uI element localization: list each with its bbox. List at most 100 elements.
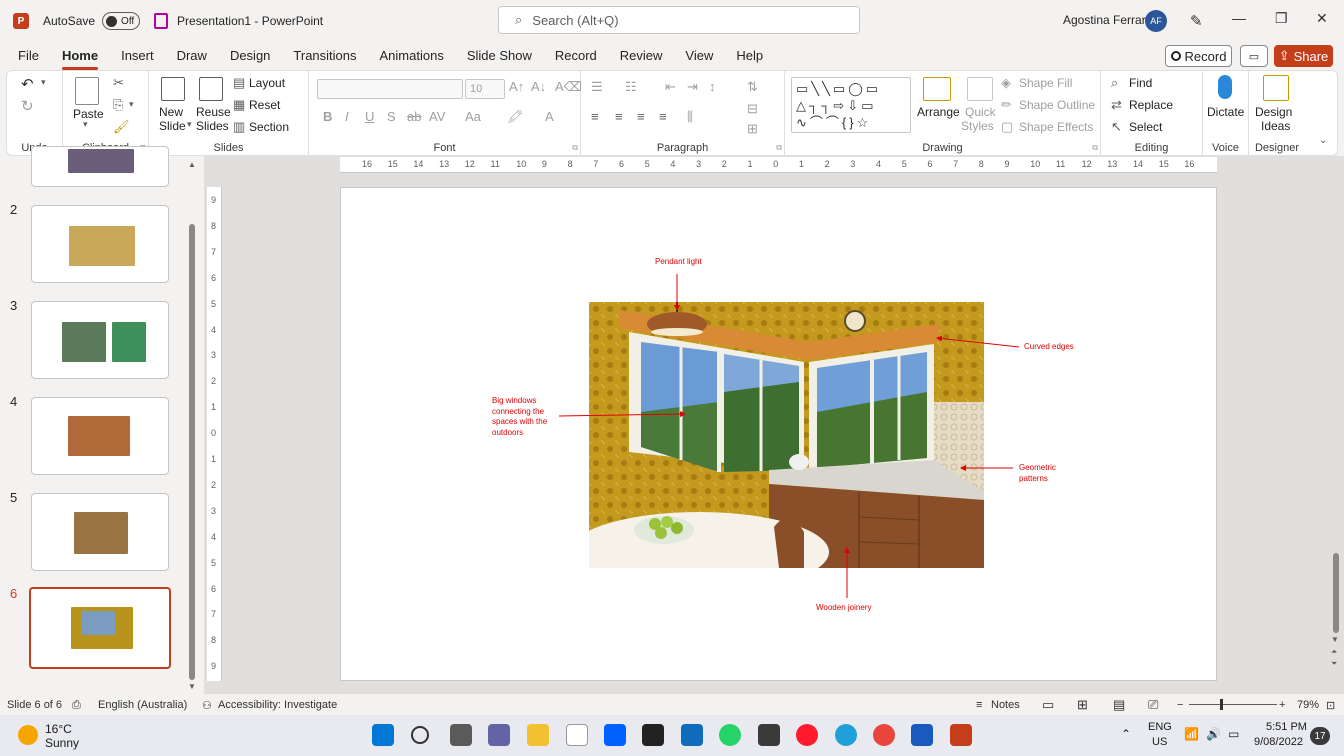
layout-icon[interactable]: ▤ <box>233 75 245 91</box>
share-button[interactable]: ⇪ Share <box>1274 45 1333 67</box>
slide-thumbnail-1[interactable] <box>31 146 169 187</box>
whatsapp-icon[interactable] <box>719 724 741 746</box>
tab-view[interactable]: View <box>685 42 713 70</box>
sun-icon[interactable] <box>18 725 38 745</box>
format-painter-icon[interactable]: 🖌 <box>113 119 130 135</box>
weather-temperature[interactable]: 16°C <box>45 722 72 736</box>
drawing-launcher-icon[interactable]: ⧉ <box>1092 143 1098 153</box>
thumbnail-scrollbar[interactable]: ▲ ▼ <box>186 160 198 691</box>
tab-design[interactable]: Design <box>230 42 270 70</box>
tab-slide-show[interactable]: Slide Show <box>467 42 532 70</box>
close-icon[interactable]: ✕ <box>1316 10 1328 27</box>
annotation-curved-edges[interactable]: Curved edges <box>1024 342 1104 353</box>
clear-formatting-icon[interactable]: A⌫ <box>555 79 582 95</box>
undo-icon[interactable]: ↶ <box>21 75 34 93</box>
volume-icon[interactable]: 🔊 <box>1206 727 1221 741</box>
decrease-indent-icon[interactable]: ⇤ <box>665 79 676 95</box>
quick-styles-icon[interactable] <box>967 77 993 101</box>
select-button[interactable]: Select <box>1129 120 1162 134</box>
slide-thumbnail-2[interactable] <box>31 205 169 283</box>
reset-icon[interactable]: ▦ <box>233 97 245 113</box>
powerpoint-taskbar-icon[interactable] <box>950 724 972 746</box>
scroll-thumb[interactable] <box>189 224 195 680</box>
new-slide-icon[interactable] <box>161 77 185 101</box>
paste-icon[interactable] <box>75 77 99 105</box>
previous-slide-icon[interactable]: ⏶ <box>1331 647 1337 657</box>
scroll-down-icon[interactable]: ▼ <box>188 682 196 691</box>
slide-sorter-icon[interactable]: ⊞ <box>1077 697 1088 713</box>
bold-icon[interactable]: B <box>323 109 332 124</box>
tab-home[interactable]: Home <box>61 42 99 70</box>
layout-button[interactable]: Layout <box>249 76 285 90</box>
new-slide-dropdown-icon[interactable]: ▾ <box>187 119 192 130</box>
reset-button[interactable]: Reset <box>249 98 280 112</box>
chrome-icon[interactable] <box>873 724 895 746</box>
battery-icon[interactable]: ▭ <box>1228 727 1239 741</box>
annotation-wooden-joinery[interactable]: Wooden joinery <box>816 603 906 614</box>
shadow-icon[interactable]: S <box>387 109 396 124</box>
comments-button[interactable]: ▭ <box>1240 45 1268 67</box>
find-icon[interactable]: ⌕ <box>1111 75 1118 91</box>
paste-dropdown-icon[interactable]: ▾ <box>83 119 88 130</box>
mail-icon[interactable] <box>681 724 703 746</box>
shape-outline-icon[interactable]: ✏ <box>1001 97 1012 113</box>
section-icon[interactable]: ▥ <box>233 119 245 135</box>
font-name-field[interactable] <box>317 79 463 99</box>
zoom-slider[interactable] <box>1189 704 1277 705</box>
edge-icon[interactable] <box>835 724 857 746</box>
spellcheck-icon[interactable]: ⎙ <box>72 699 81 712</box>
tab-animations[interactable]: Animations <box>380 42 444 70</box>
new-slide-label-2[interactable]: Slide <box>159 119 186 133</box>
find-button[interactable]: Find <box>1129 76 1152 90</box>
microphone-icon[interactable] <box>1218 75 1232 99</box>
quick-styles-label-1[interactable]: Quick <box>965 105 996 119</box>
taskbar-search-icon[interactable] <box>411 726 429 744</box>
line-spacing-icon[interactable]: ↕ <box>709 79 716 94</box>
increase-indent-icon[interactable]: ⇥ <box>687 79 698 95</box>
paragraph-launcher-icon[interactable]: ⧉ <box>776 143 782 153</box>
slide-canvas[interactable]: Pendant light Curved edges Big windows c… <box>340 187 1217 681</box>
tab-draw[interactable]: Draw <box>177 42 207 70</box>
increase-font-icon[interactable]: A↑ <box>509 79 524 94</box>
annotation-pendant-light[interactable]: Pendant light <box>655 257 735 268</box>
design-ideas-label-1[interactable]: Design <box>1255 105 1292 119</box>
teams-icon[interactable] <box>488 724 510 746</box>
numbering-icon[interactable]: ☷ <box>625 79 637 95</box>
shape-fill-icon[interactable]: ◈ <box>1001 75 1011 91</box>
language-indicator-2[interactable]: US <box>1152 736 1167 748</box>
change-case-icon[interactable]: Aa <box>465 109 481 124</box>
editor-scrollbar[interactable]: ▼ ⏶ ⏷ <box>1330 173 1342 673</box>
paste-button[interactable]: Paste <box>73 107 104 121</box>
reuse-slides-icon[interactable] <box>199 77 223 101</box>
maximize-icon[interactable]: ❐ <box>1275 10 1288 27</box>
tab-transitions[interactable]: Transitions <box>293 42 356 70</box>
notes-icon[interactable]: ≡ <box>976 699 982 711</box>
clock-time[interactable]: 5:51 PM <box>1266 721 1307 733</box>
store-icon[interactable] <box>758 724 780 746</box>
notification-badge[interactable]: 17 <box>1310 727 1330 745</box>
tab-file[interactable]: File <box>18 42 39 70</box>
fit-to-window-icon[interactable]: ⊡ <box>1326 699 1335 712</box>
columns-icon[interactable]: ⫼ <box>687 109 693 125</box>
annotation-geometric-patterns[interactable]: Geometric patterns <box>1019 463 1071 484</box>
arrange-button[interactable]: Arrange <box>917 105 960 119</box>
select-icon[interactable]: ↖ <box>1111 119 1122 135</box>
justify-icon[interactable]: ≡ <box>659 109 667 124</box>
weather-condition[interactable]: Sunny <box>45 736 79 750</box>
search-input[interactable]: ⌕ Search (Alt+Q) <box>498 6 860 34</box>
copy-icon[interactable]: ⎘ <box>113 97 123 113</box>
zoom-out-icon[interactable]: − <box>1177 699 1183 711</box>
app-icon[interactable] <box>642 724 664 746</box>
language-label[interactable]: English (Australia) <box>98 699 187 711</box>
underline-icon[interactable]: U <box>365 109 374 124</box>
strikethrough-icon[interactable]: ab <box>407 109 421 124</box>
redo-icon[interactable]: ↻ <box>21 97 34 115</box>
cut-icon[interactable]: ✂ <box>113 75 124 91</box>
shapes-gallery[interactable]: ▭╲╲▭◯▭ △┐┐⇨⇩▭ ∿⌒⌒{}☆ <box>791 77 911 133</box>
next-slide-icon[interactable]: ⏷ <box>1331 659 1337 669</box>
editor-scroll-thumb[interactable] <box>1333 553 1339 633</box>
bullets-icon[interactable]: ☰ <box>591 79 603 95</box>
language-indicator-1[interactable]: ENG <box>1148 721 1172 733</box>
align-text-icon[interactable]: ⊟ <box>747 101 758 117</box>
italic-icon[interactable]: I <box>345 109 349 124</box>
